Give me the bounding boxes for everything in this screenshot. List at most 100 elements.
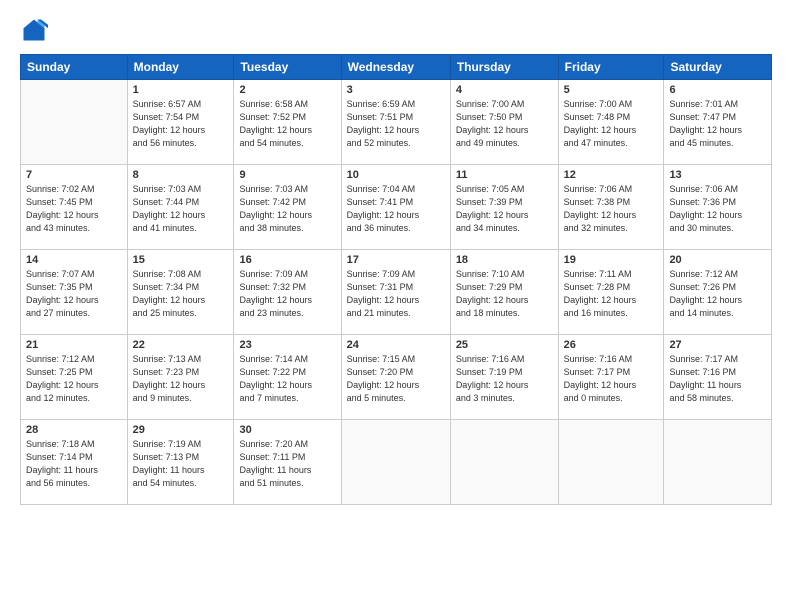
day-info: Sunrise: 7:08 AM Sunset: 7:34 PM Dayligh… — [133, 268, 229, 320]
day-info: Sunrise: 7:00 AM Sunset: 7:50 PM Dayligh… — [456, 98, 553, 150]
weekday-header-thursday: Thursday — [450, 55, 558, 80]
calendar-cell: 21Sunrise: 7:12 AM Sunset: 7:25 PM Dayli… — [21, 335, 128, 420]
day-number: 4 — [456, 84, 553, 96]
calendar-cell: 19Sunrise: 7:11 AM Sunset: 7:28 PM Dayli… — [558, 250, 664, 335]
day-number: 15 — [133, 254, 229, 266]
weekday-header-monday: Monday — [127, 55, 234, 80]
day-info: Sunrise: 6:57 AM Sunset: 7:54 PM Dayligh… — [133, 98, 229, 150]
week-row-4: 28 Sunrise: 7:18 AM Sunset: 7:14 PM Dayli… — [21, 420, 772, 505]
day-info: Sunrise: 7:00 AM Sunset: 7:48 PM Dayligh… — [564, 98, 659, 150]
calendar-cell — [21, 80, 128, 165]
day-info: Sunrise: 7:02 AM Sunset: 7:45 PM Dayligh… — [26, 183, 122, 235]
week-row-3: 21Sunrise: 7:12 AM Sunset: 7:25 PM Dayli… — [21, 335, 772, 420]
day-number: 8 — [133, 169, 229, 181]
day-number: 14 — [26, 254, 122, 266]
day-number: 16 — [239, 254, 335, 266]
header — [20, 16, 772, 44]
calendar-cell: 27Sunrise: 7:17 AM Sunset: 7:16 PM Dayli… — [664, 335, 772, 420]
calendar-cell: 25 Sunrise: 7:16 AM Sunset: 7:19 PM Dayli… — [450, 335, 558, 420]
calendar-cell: 16 Sunrise: 7:09 AM Sunset: 7:32 PM Dayli… — [234, 250, 341, 335]
day-info: Sunrise: 6:58 AM Sunset: 7:52 PM Dayligh… — [239, 98, 335, 150]
calendar-cell — [664, 420, 772, 505]
calendar-cell: 12 Sunrise: 7:06 AM Sunset: 7:38 PM Dayli… — [558, 165, 664, 250]
calendar-cell: 5Sunrise: 7:00 AM Sunset: 7:48 PM Daylig… — [558, 80, 664, 165]
day-info: Sunrise: 7:11 AM Sunset: 7:28 PM Dayligh… — [564, 268, 659, 320]
calendar-header: SundayMondayTuesdayWednesdayThursdayFrid… — [21, 55, 772, 80]
day-number: 10 — [347, 169, 445, 181]
calendar-cell: 26 Sunrise: 7:16 AM Sunset: 7:17 PM Dayli… — [558, 335, 664, 420]
calendar-cell: 20Sunrise: 7:12 AM Sunset: 7:26 PM Dayli… — [664, 250, 772, 335]
day-number: 28 — [26, 424, 122, 436]
day-info: Sunrise: 7:04 AM Sunset: 7:41 PM Dayligh… — [347, 183, 445, 235]
week-row-0: 1 Sunrise: 6:57 AM Sunset: 7:54 PM Daylig… — [21, 80, 772, 165]
day-info: Sunrise: 7:05 AM Sunset: 7:39 PM Dayligh… — [456, 183, 553, 235]
day-number: 6 — [669, 84, 766, 96]
day-number: 12 — [564, 169, 659, 181]
day-info: Sunrise: 7:07 AM Sunset: 7:35 PM Dayligh… — [26, 268, 122, 320]
calendar-cell: 30 Sunrise: 7:20 AM Sunset: 7:11 PM Dayli… — [234, 420, 341, 505]
day-info: Sunrise: 7:13 AM Sunset: 7:23 PM Dayligh… — [133, 353, 229, 405]
day-number: 24 — [347, 339, 445, 351]
calendar-cell: 28 Sunrise: 7:18 AM Sunset: 7:14 PM Dayli… — [21, 420, 128, 505]
day-number: 1 — [133, 84, 229, 96]
calendar-cell: 3Sunrise: 6:59 AM Sunset: 7:51 PM Daylig… — [341, 80, 450, 165]
weekday-header-sunday: Sunday — [21, 55, 128, 80]
day-number: 13 — [669, 169, 766, 181]
day-number: 30 — [239, 424, 335, 436]
day-number: 25 — [456, 339, 553, 351]
day-number: 7 — [26, 169, 122, 181]
calendar-cell: 23 Sunrise: 7:14 AM Sunset: 7:22 PM Dayli… — [234, 335, 341, 420]
day-info: Sunrise: 7:16 AM Sunset: 7:19 PM Dayligh… — [456, 353, 553, 405]
day-info: Sunrise: 7:06 AM Sunset: 7:36 PM Dayligh… — [669, 183, 766, 235]
page: SundayMondayTuesdayWednesdayThursdayFrid… — [0, 0, 792, 612]
calendar-cell: 13 Sunrise: 7:06 AM Sunset: 7:36 PM Dayli… — [664, 165, 772, 250]
day-info: Sunrise: 7:01 AM Sunset: 7:47 PM Dayligh… — [669, 98, 766, 150]
day-number: 23 — [239, 339, 335, 351]
day-number: 21 — [26, 339, 122, 351]
day-number: 9 — [239, 169, 335, 181]
calendar-cell: 1 Sunrise: 6:57 AM Sunset: 7:54 PM Daylig… — [127, 80, 234, 165]
calendar-cell: 2 Sunrise: 6:58 AM Sunset: 7:52 PM Daylig… — [234, 80, 341, 165]
calendar-cell — [450, 420, 558, 505]
day-info: Sunrise: 6:59 AM Sunset: 7:51 PM Dayligh… — [347, 98, 445, 150]
day-info: Sunrise: 7:19 AM Sunset: 7:13 PM Dayligh… — [133, 438, 229, 490]
weekday-header-friday: Friday — [558, 55, 664, 80]
day-info: Sunrise: 7:09 AM Sunset: 7:31 PM Dayligh… — [347, 268, 445, 320]
calendar-cell: 14 Sunrise: 7:07 AM Sunset: 7:35 PM Dayli… — [21, 250, 128, 335]
calendar-cell: 7 Sunrise: 7:02 AM Sunset: 7:45 PM Daylig… — [21, 165, 128, 250]
calendar-cell: 8 Sunrise: 7:03 AM Sunset: 7:44 PM Daylig… — [127, 165, 234, 250]
calendar-cell: 9Sunrise: 7:03 AM Sunset: 7:42 PM Daylig… — [234, 165, 341, 250]
calendar-cell — [341, 420, 450, 505]
calendar-cell: 15 Sunrise: 7:08 AM Sunset: 7:34 PM Dayli… — [127, 250, 234, 335]
day-info: Sunrise: 7:16 AM Sunset: 7:17 PM Dayligh… — [564, 353, 659, 405]
week-row-1: 7 Sunrise: 7:02 AM Sunset: 7:45 PM Daylig… — [21, 165, 772, 250]
calendar-cell: 29Sunrise: 7:19 AM Sunset: 7:13 PM Dayli… — [127, 420, 234, 505]
day-info: Sunrise: 7:03 AM Sunset: 7:44 PM Dayligh… — [133, 183, 229, 235]
logo — [20, 16, 52, 44]
day-number: 18 — [456, 254, 553, 266]
calendar-cell — [558, 420, 664, 505]
day-number: 26 — [564, 339, 659, 351]
calendar-cell: 6 Sunrise: 7:01 AM Sunset: 7:47 PM Daylig… — [664, 80, 772, 165]
day-info: Sunrise: 7:09 AM Sunset: 7:32 PM Dayligh… — [239, 268, 335, 320]
day-number: 22 — [133, 339, 229, 351]
day-number: 17 — [347, 254, 445, 266]
weekday-header-tuesday: Tuesday — [234, 55, 341, 80]
day-info: Sunrise: 7:17 AM Sunset: 7:16 PM Dayligh… — [669, 353, 766, 405]
calendar-cell: 24 Sunrise: 7:15 AM Sunset: 7:20 PM Dayli… — [341, 335, 450, 420]
calendar-cell: 10 Sunrise: 7:04 AM Sunset: 7:41 PM Dayli… — [341, 165, 450, 250]
calendar-cell: 4 Sunrise: 7:00 AM Sunset: 7:50 PM Daylig… — [450, 80, 558, 165]
weekday-header-saturday: Saturday — [664, 55, 772, 80]
day-info: Sunrise: 7:18 AM Sunset: 7:14 PM Dayligh… — [26, 438, 122, 490]
logo-icon — [20, 16, 48, 44]
day-info: Sunrise: 7:14 AM Sunset: 7:22 PM Dayligh… — [239, 353, 335, 405]
day-info: Sunrise: 7:15 AM Sunset: 7:20 PM Dayligh… — [347, 353, 445, 405]
calendar-cell: 11Sunrise: 7:05 AM Sunset: 7:39 PM Dayli… — [450, 165, 558, 250]
calendar-cell: 22 Sunrise: 7:13 AM Sunset: 7:23 PM Dayli… — [127, 335, 234, 420]
calendar-cell: 18Sunrise: 7:10 AM Sunset: 7:29 PM Dayli… — [450, 250, 558, 335]
day-info: Sunrise: 7:06 AM Sunset: 7:38 PM Dayligh… — [564, 183, 659, 235]
day-info: Sunrise: 7:20 AM Sunset: 7:11 PM Dayligh… — [239, 438, 335, 490]
calendar-table: SundayMondayTuesdayWednesdayThursdayFrid… — [20, 54, 772, 505]
week-row-2: 14 Sunrise: 7:07 AM Sunset: 7:35 PM Dayli… — [21, 250, 772, 335]
day-number: 2 — [239, 84, 335, 96]
